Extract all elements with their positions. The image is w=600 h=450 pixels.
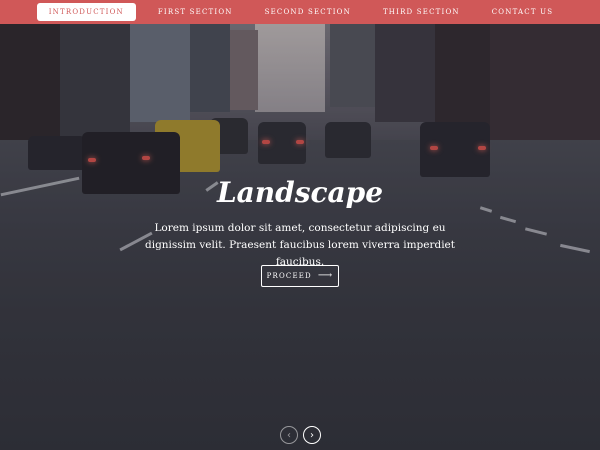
hero-text: Lorem ipsum dolor sit amet, consectetur … <box>144 222 455 268</box>
hero-content: Landscape Lorem ipsum dolor sit amet, co… <box>0 176 600 271</box>
next-slide-button[interactable]: › <box>303 426 321 444</box>
chevron-left-icon: ‹ <box>287 429 291 441</box>
proceed-button[interactable]: PROCEED ⟶ <box>261 265 339 287</box>
hero-title: Landscape <box>216 176 384 209</box>
chevron-right-icon: › <box>310 429 314 441</box>
top-nav: INTRODUCTION FIRST SECTION SECOND SECTIO… <box>0 0 600 24</box>
nav-item-contact-us[interactable]: CONTACT US <box>482 4 564 20</box>
arrow-right-icon: ⟶ <box>317 270 334 281</box>
prev-slide-button[interactable]: ‹ <box>280 426 298 444</box>
nav-item-introduction[interactable]: INTRODUCTION <box>36 3 136 21</box>
nav-item-first-section[interactable]: FIRST SECTION <box>148 4 243 20</box>
proceed-button-label: PROCEED <box>266 272 312 280</box>
nav-item-third-section[interactable]: THIRD SECTION <box>373 4 470 20</box>
nav-item-second-section[interactable]: SECOND SECTION <box>255 4 361 20</box>
